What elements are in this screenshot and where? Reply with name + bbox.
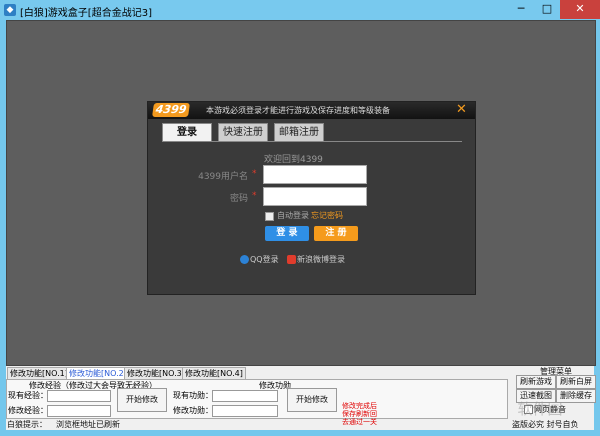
status-bar: 白狼提示： 浏览框地址已刷新 盗版必究 封号自负 — [6, 418, 594, 430]
username-input[interactable] — [263, 165, 367, 184]
required-star: * — [252, 169, 257, 179]
username-label: 4399用户名 — [198, 172, 248, 182]
login-dialog: 4399 本游戏必须登录才能进行游戏及保存进度和等级装备 ✕ 登录 快速注册 邮… — [147, 101, 476, 295]
qq-icon — [240, 255, 249, 264]
modify-merit-field[interactable] — [212, 405, 278, 417]
register-button[interactable]: 注 册 — [314, 226, 358, 241]
refresh-white-screen-button[interactable]: 刷新白屏 — [556, 375, 596, 389]
game-area: 4399 本游戏必须登录才能进行游戏及保存进度和等级装备 ✕ 登录 快速注册 邮… — [6, 20, 596, 366]
qq-login-link[interactable]: QQ登录 — [250, 254, 279, 265]
dialog-close-icon[interactable]: ✕ — [456, 102, 467, 118]
password-label: 密码 — [229, 194, 248, 204]
login-notice: 本游戏必须登录才能进行游戏及保存进度和等级装备 — [206, 106, 390, 115]
login-button[interactable]: 登 录 — [265, 226, 309, 241]
close-button[interactable]: ✕ — [560, 0, 600, 19]
logo-4399: 4399 — [152, 103, 190, 117]
auto-login-label: 自动登录 — [277, 211, 309, 220]
welcome-text: 欢迎回到4399 — [264, 155, 323, 165]
status-prompt-label: 白狼提示： — [7, 420, 47, 429]
weibo-login-link[interactable]: 新浪微博登录 — [297, 254, 345, 265]
refresh-game-button[interactable]: 刷新游戏 — [516, 375, 556, 389]
current-merit-label: 现有功勋： — [173, 391, 213, 400]
status-prompt-text: 浏览框地址已刷新 — [56, 420, 120, 429]
password-input[interactable] — [263, 187, 367, 206]
tab-email-register[interactable]: 邮箱注册 — [274, 123, 324, 142]
start-modify-merit-button[interactable]: 开始修改 — [287, 388, 337, 412]
weibo-icon — [287, 255, 296, 264]
login-header: 4399 本游戏必须登录才能进行游戏及保存进度和等级装备 ✕ — [148, 102, 475, 119]
modify-panel: 修改经验（修改过大会导致无经验） 现有经验： 修改经验： 开始修改 修改功勋 现… — [6, 379, 508, 426]
maximize-button[interactable]: □ — [534, 0, 560, 19]
window-title: [白狼]游戏盒子[超合金战记3] — [20, 8, 152, 19]
current-merit-field[interactable] — [212, 390, 278, 402]
watermark: 软件园 — [517, 400, 563, 418]
modify-exp-label: 修改经验： — [8, 406, 48, 415]
tab-login[interactable]: 登录 — [162, 123, 212, 142]
modify-exp-field[interactable] — [47, 405, 111, 417]
app-icon: ◆ — [4, 4, 16, 16]
modify-merit-label: 修改功勋： — [173, 406, 213, 415]
minimize-button[interactable]: ─ — [508, 0, 534, 19]
forgot-password-link[interactable]: 忘记密码 — [311, 210, 343, 221]
auto-login-checkbox[interactable] — [265, 212, 274, 221]
start-modify-exp-button[interactable]: 开始修改 — [117, 388, 167, 412]
current-exp-label: 现有经验： — [8, 391, 48, 400]
title-bar: ◆ [白狼]游戏盒子[超合金战记3] ─ □ ✕ — [0, 0, 600, 20]
tab-quick-register[interactable]: 快速注册 — [218, 123, 268, 142]
bottom-panel: 修改功能[NO.1] 修改功能[NO.2] 修改功能[NO.3] 修改功能[NO… — [6, 366, 596, 430]
tab-divider — [162, 141, 462, 142]
app-window: ◆ [白狼]游戏盒子[超合金战记3] ─ □ ✕ 4399 本游戏必须登录才能进… — [0, 0, 600, 436]
current-exp-field[interactable] — [47, 390, 111, 402]
required-star: * — [252, 191, 257, 201]
